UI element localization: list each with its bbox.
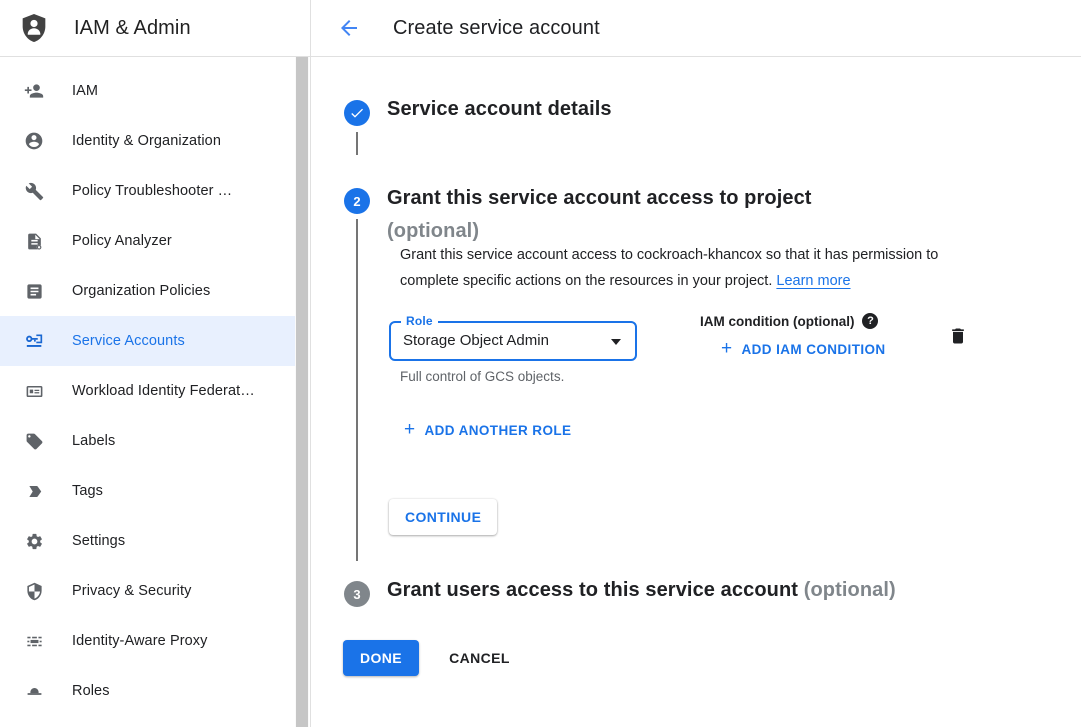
step2-description-text: Grant this service account access to coc… — [400, 247, 938, 289]
done-button[interactable]: DONE — [343, 640, 419, 676]
sidebar-item-label: Labels — [72, 433, 115, 449]
learn-more-link[interactable]: Learn more — [776, 273, 850, 289]
sidebar-item-privacy-security[interactable]: Privacy & Security — [0, 566, 296, 616]
sidebar-item-settings[interactable]: Settings — [0, 516, 296, 566]
add-iam-condition-button[interactable]: + ADD IAM CONDITION — [721, 341, 886, 357]
policy-analyzer-doc-icon — [24, 231, 44, 251]
sidebar-item-workload-identity-federation[interactable]: Workload Identity Federat… — [0, 366, 296, 416]
gear-icon — [24, 531, 44, 551]
step1-complete-badge — [344, 100, 370, 126]
cancel-button[interactable]: CANCEL — [449, 650, 510, 666]
step2-description: Grant this service account access to coc… — [400, 243, 992, 294]
page-title: Create service account — [393, 17, 600, 40]
sidebar-item-label: Policy Troubleshooter … — [72, 183, 232, 199]
iam-condition-label: IAM condition (optional) — [700, 314, 854, 329]
proxy-icon — [24, 631, 44, 651]
delete-role-trash-icon[interactable] — [948, 325, 968, 347]
sidebar-item-tags[interactable]: Tags — [0, 466, 296, 516]
continue-button[interactable]: CONTINUE — [389, 499, 497, 535]
role-helper-text: Full control of GCS objects. — [400, 369, 564, 384]
step2-heading: Grant this service account access to pro… — [387, 184, 947, 246]
sidebar-item-label: IAM — [72, 83, 98, 99]
help-icon[interactable]: ? — [862, 313, 878, 329]
main-content: Service account details 2 Grant this ser… — [311, 57, 1081, 727]
sidebar-item-service-accounts[interactable]: Service Accounts — [0, 316, 296, 366]
sidebar-item-organization-policies[interactable]: Organization Policies — [0, 266, 296, 316]
step2-title: Grant this service account access to pro… — [387, 187, 812, 209]
step2-number-badge: 2 — [344, 188, 370, 214]
sidebar-nav: IAM Identity & Organization Policy Troub… — [0, 57, 310, 716]
workload-identity-card-icon — [24, 381, 44, 401]
dropdown-caret-icon — [611, 339, 621, 345]
topbar: Create service account — [311, 0, 1081, 57]
sidebar-item-label: Policy Analyzer — [72, 233, 172, 249]
step3-title: Grant users access to this service accou… — [387, 579, 798, 601]
role-select-value: Storage Object Admin — [403, 332, 549, 349]
label-tag-icon — [24, 431, 44, 451]
sidebar-scrollbar-thumb[interactable] — [296, 57, 308, 727]
plus-icon: + — [404, 422, 416, 438]
step-connector — [356, 132, 358, 155]
sidebar-item-label: Roles — [72, 683, 110, 699]
step2-optional-label: (optional) — [387, 217, 947, 246]
role-select[interactable]: Role Storage Object Admin — [389, 321, 637, 361]
add-another-role-button[interactable]: + ADD ANOTHER ROLE — [404, 422, 571, 438]
sidebar-item-iam[interactable]: IAM — [0, 66, 296, 116]
sidebar-item-policy-analyzer[interactable]: Policy Analyzer — [0, 216, 296, 266]
step3-number-badge: 3 — [344, 581, 370, 607]
check-icon — [349, 105, 365, 121]
privacy-shield-icon — [24, 581, 44, 601]
sidebar-item-policy-troubleshooter[interactable]: Policy Troubleshooter … — [0, 166, 296, 216]
sidebar-item-label: Privacy & Security — [72, 583, 191, 599]
tag-arrow-icon — [24, 481, 44, 501]
sidebar-item-label: Identity-Aware Proxy — [72, 633, 208, 649]
sidebar-header: IAM & Admin — [0, 0, 310, 57]
service-account-key-icon — [24, 331, 44, 351]
sidebar-item-label: Settings — [72, 533, 125, 549]
help-glyph: ? — [867, 315, 874, 327]
sidebar-item-identity-aware-proxy[interactable]: Identity-Aware Proxy — [0, 616, 296, 666]
step3-heading: Grant users access to this service accou… — [387, 579, 896, 602]
step1-title: Service account details — [387, 98, 612, 121]
add-iam-condition-label: ADD IAM CONDITION — [742, 342, 886, 357]
sidebar-item-roles[interactable]: Roles — [0, 666, 296, 716]
person-add-icon — [24, 81, 44, 101]
sidebar-item-label: Workload Identity Federat… — [72, 383, 255, 399]
sidebar-item-label: Organization Policies — [72, 283, 210, 299]
add-another-role-label: ADD ANOTHER ROLE — [425, 423, 572, 438]
wrench-icon — [24, 181, 44, 201]
footer-actions: DONE CANCEL — [343, 640, 510, 676]
sidebar-item-identity-organization[interactable]: Identity & Organization — [0, 116, 296, 166]
back-arrow-icon[interactable] — [337, 16, 361, 40]
sidebar-item-label: Service Accounts — [72, 333, 185, 349]
step-connector — [356, 219, 358, 561]
org-policies-doc-icon — [24, 281, 44, 301]
app-title: IAM & Admin — [74, 17, 191, 40]
plus-icon: + — [721, 341, 733, 357]
sidebar-item-label: Identity & Organization — [72, 133, 221, 149]
step3-number: 3 — [353, 587, 360, 602]
iam-shield-logo-icon — [18, 10, 50, 46]
sidebar-scrollbar[interactable] — [295, 57, 309, 727]
sidebar-item-label: Tags — [72, 483, 103, 499]
sidebar-item-labels[interactable]: Labels — [0, 416, 296, 466]
roles-hat-icon — [24, 681, 44, 701]
identity-person-icon — [24, 131, 44, 151]
role-select-label: Role — [401, 314, 438, 328]
sidebar: IAM & Admin IAM Identity & Organization … — [0, 0, 311, 727]
iam-condition-row: IAM condition (optional) ? — [700, 313, 878, 329]
step2-number: 2 — [353, 194, 360, 209]
step3-optional-label: (optional) — [804, 579, 896, 601]
